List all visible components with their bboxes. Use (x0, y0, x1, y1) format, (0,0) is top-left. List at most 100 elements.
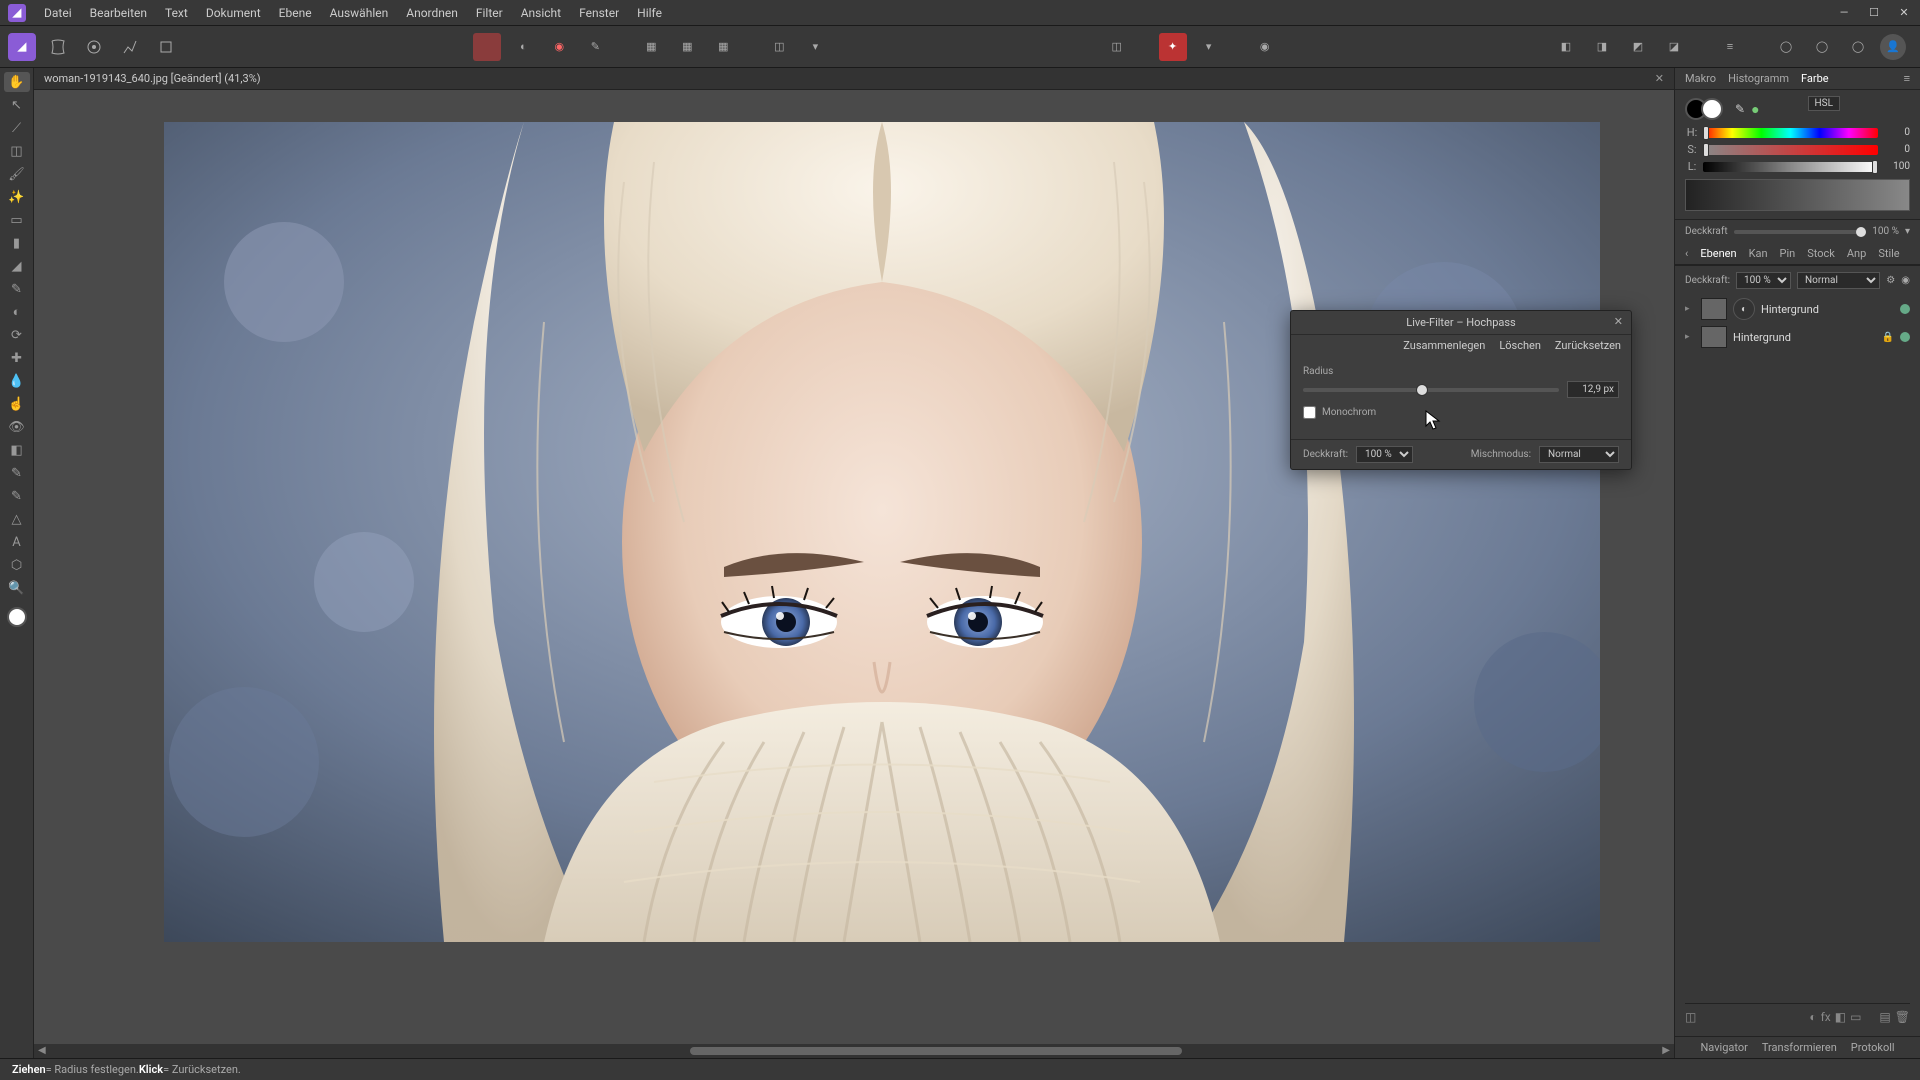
tab-stile[interactable]: Stile (1878, 247, 1899, 260)
toolbar-autocolor-icon[interactable]: ◉ (545, 33, 573, 61)
scroll-left-icon[interactable]: ◀ (38, 1045, 46, 1056)
dialog-merge-button[interactable]: Zusammenlegen (1403, 339, 1485, 352)
tab-pin[interactable]: Pin (1780, 247, 1796, 260)
color-swatch-front[interactable] (1701, 98, 1723, 120)
tab-farbe[interactable]: Farbe (1801, 72, 1829, 85)
tool-wand[interactable]: ✨ (4, 187, 30, 207)
tool-zoom[interactable]: 🔍 (4, 578, 30, 598)
dialog-reset-button[interactable]: Zurücksetzen (1555, 339, 1621, 352)
color-mode-select[interactable]: HSL (1808, 96, 1840, 111)
tab-makro[interactable]: Makro (1685, 72, 1716, 85)
persona-liquify-icon[interactable] (44, 33, 72, 61)
tool-gradient[interactable]: ◢ (4, 256, 30, 276)
sat-slider[interactable] (1703, 145, 1878, 155)
persona-export-icon[interactable] (152, 33, 180, 61)
radius-slider[interactable] (1303, 388, 1559, 392)
tool-vector[interactable]: ⬡ (4, 555, 30, 575)
toolbar-selection-new-icon[interactable]: ▦ (637, 33, 665, 61)
document-tab-close-icon[interactable]: ✕ (1655, 72, 1664, 85)
layer-adj-icon[interactable]: ◐ (1809, 1010, 1816, 1024)
toolbar-autolevel-icon[interactable]: ◐ (509, 33, 537, 61)
menu-anordnen[interactable]: Anordnen (406, 6, 458, 20)
toolbar-swatch-1[interactable] (473, 33, 501, 61)
color-node-icon[interactable]: ● (1751, 101, 1759, 118)
account-avatar-icon[interactable]: 👤 (1880, 34, 1906, 60)
window-minimize-icon[interactable]: — (1836, 6, 1852, 19)
layer-filter-icon[interactable]: ◐ (1733, 298, 1755, 320)
dialog-close-icon[interactable]: ✕ (1614, 315, 1623, 328)
toolbar-crop-icon[interactable]: ◫ (1103, 33, 1131, 61)
dialog-blend-select[interactable]: Normal (1539, 446, 1619, 463)
tab-anp[interactable]: Anp (1847, 247, 1866, 260)
toolbar-autocontrast-icon[interactable]: ✎ (581, 33, 609, 61)
tab-ebenen[interactable]: Ebenen (1700, 247, 1736, 260)
menu-bearbeiten[interactable]: Bearbeiten (90, 6, 147, 20)
layer-visibility-icon[interactable] (1900, 332, 1910, 342)
layer-add-icon[interactable]: ▤ (1879, 1010, 1890, 1024)
menu-auswaehlen[interactable]: Auswählen (330, 6, 389, 20)
menu-ansicht[interactable]: Ansicht (521, 6, 561, 20)
tool-pen[interactable]: ✎ (4, 279, 30, 299)
layer-blend-select[interactable]: Normal (1797, 272, 1880, 289)
tab-transform[interactable]: Transformieren (1762, 1041, 1837, 1054)
tab-kan[interactable]: Kan (1749, 247, 1768, 260)
panel-prev-icon[interactable]: ‹ (1685, 247, 1688, 260)
tool-shape-triangle[interactable]: △ (4, 509, 30, 529)
scrollbar-thumb[interactable] (690, 1047, 1182, 1055)
tool-blur[interactable]: 💧 (4, 371, 30, 391)
toolbar-assist-icon[interactable]: ✦ (1159, 33, 1187, 61)
persona-photo-icon[interactable]: ◢ (8, 33, 36, 61)
tool-color-picker[interactable]: ⟋ (4, 118, 30, 138)
toolbar-align-1-icon[interactable]: ◧ (1552, 33, 1580, 61)
toolbar-selection-sub-icon[interactable]: ▦ (709, 33, 737, 61)
tool-clone[interactable]: ⟳ (4, 325, 30, 345)
layer-visibility-icon[interactable] (1900, 304, 1910, 314)
tool-redeye[interactable]: 👁 (4, 417, 30, 437)
foreground-color-swatch[interactable] (7, 607, 27, 627)
horizontal-scrollbar[interactable]: ◀ ▶ (34, 1044, 1674, 1058)
tool-marquee[interactable]: ▭ (4, 210, 30, 230)
layer-delete-icon[interactable]: 🗑 (1895, 1010, 1910, 1024)
layer-fx-icon[interactable]: fx (1821, 1010, 1831, 1024)
toolbar-assist-dropdown-icon[interactable]: ▾ (1195, 33, 1223, 61)
toolbar-insert-2-icon[interactable]: ◯ (1808, 33, 1836, 61)
window-maximize-icon[interactable]: ☐ (1866, 6, 1882, 19)
layer-row[interactable]: ▸ Hintergrund 🔒 (1685, 323, 1910, 351)
persona-develop-icon[interactable] (80, 33, 108, 61)
layer-expand-icon[interactable]: ▸ (1685, 332, 1695, 342)
layer-group-icon[interactable]: ▭ (1850, 1010, 1861, 1024)
tool-perspective[interactable]: ✎ (4, 486, 30, 506)
toolbar-arrange-icon[interactable]: ≡ (1716, 33, 1744, 61)
hue-slider[interactable] (1703, 128, 1878, 138)
toolbar-insert-1-icon[interactable]: ◯ (1772, 33, 1800, 61)
tool-paint-brush[interactable]: 🖌 (4, 164, 30, 184)
menu-dokument[interactable]: Dokument (206, 6, 261, 20)
dialog-opacity-select[interactable]: 100 % (1356, 446, 1413, 463)
menu-text[interactable]: Text (165, 6, 188, 20)
layer-settings-icon[interactable]: ⚙ (1886, 275, 1895, 286)
panel-menu-icon[interactable]: ≡ (1904, 72, 1910, 85)
layer-expand-icon[interactable]: ▸ (1685, 304, 1695, 314)
document-tab[interactable]: woman-1919143_640.jpg [Geändert] (41,3%) (44, 72, 261, 85)
lum-slider[interactable] (1703, 162, 1878, 172)
layer-name[interactable]: Hintergrund (1733, 331, 1876, 344)
menu-fenster[interactable]: Fenster (579, 6, 619, 20)
monochrome-checkbox-row[interactable]: Monochrom (1303, 406, 1619, 419)
global-opacity-dropdown-icon[interactable]: ▾ (1905, 226, 1910, 237)
layer-more-icon[interactable]: ◉ (1901, 275, 1910, 286)
persona-tone-icon[interactable] (116, 33, 144, 61)
tool-dodge[interactable]: ◐ (4, 302, 30, 322)
gradient-strip[interactable] (1685, 179, 1910, 211)
layer-name[interactable]: Hintergrund (1761, 303, 1894, 316)
radius-value-input[interactable]: 12,9 px (1567, 381, 1619, 398)
tab-histogramm[interactable]: Histogramm (1728, 72, 1789, 85)
tool-hand[interactable]: ✋ (4, 72, 30, 92)
tool-move[interactable]: ↖ (4, 95, 30, 115)
toolbar-selection-add-icon[interactable]: ▦ (673, 33, 701, 61)
toolbar-align-3-icon[interactable]: ◩ (1624, 33, 1652, 61)
toolbar-align-4-icon[interactable]: ◪ (1660, 33, 1688, 61)
tool-text[interactable]: A (4, 532, 30, 552)
layer-clip-icon[interactable]: ◧ (1835, 1010, 1846, 1024)
eyedropper-icon[interactable]: ✎ (1735, 102, 1745, 116)
tool-smudge[interactable]: ☝ (4, 394, 30, 414)
